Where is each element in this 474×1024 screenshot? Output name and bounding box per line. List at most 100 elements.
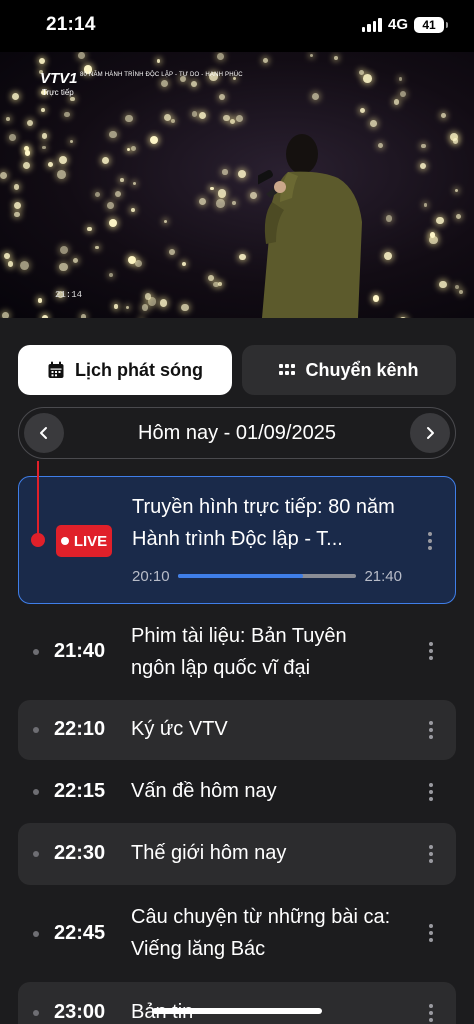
live-program-row[interactable]: LIVE Truyền hình trực tiếp: 80 năm Hành … bbox=[18, 461, 456, 604]
now-indicator-dot bbox=[31, 533, 45, 547]
schedule-panel: Lịch phát sóng Chuyển kênh Hôm nay - 01/… bbox=[0, 318, 474, 1024]
schedule-list: LIVE Truyền hình trực tiếp: 80 năm Hành … bbox=[18, 461, 456, 1024]
crowd-light bbox=[87, 226, 92, 232]
crowd-light bbox=[386, 215, 393, 222]
crowd-light bbox=[170, 118, 176, 124]
crowd-light bbox=[42, 145, 46, 150]
grid-icon bbox=[279, 364, 296, 375]
more-options-icon[interactable] bbox=[428, 924, 434, 942]
crowd-light bbox=[38, 57, 45, 64]
crowd-light bbox=[210, 186, 214, 191]
crowd-light bbox=[181, 262, 186, 267]
crowd-light bbox=[222, 169, 228, 175]
bullet-dot bbox=[33, 727, 39, 733]
crowd-light bbox=[22, 161, 30, 169]
bullet-dot bbox=[33, 1010, 39, 1016]
crowd-light bbox=[95, 245, 100, 250]
schedule-title: Ký ức VTV bbox=[131, 718, 228, 740]
schedule-row[interactable]: 22:45 Câu chuyện từ những bài ca: Viếng … bbox=[18, 885, 456, 982]
crowd-light bbox=[101, 156, 110, 164]
crowd-light bbox=[454, 188, 458, 193]
crowd-light bbox=[126, 306, 130, 310]
next-day-button[interactable] bbox=[410, 413, 450, 453]
current-date-label: Hôm nay - 01/09/2025 bbox=[138, 421, 336, 444]
crowd-light bbox=[436, 216, 444, 225]
crowd-light bbox=[458, 289, 464, 295]
crowd-light bbox=[452, 138, 459, 145]
crowd-light bbox=[439, 280, 447, 289]
crowd-light bbox=[198, 198, 206, 206]
schedule-row[interactable]: 22:15 Vấn đề hôm nay bbox=[18, 760, 456, 823]
singer-figure bbox=[258, 134, 362, 318]
schedule-row[interactable]: 22:30 Thế giới hôm nay bbox=[18, 823, 456, 885]
schedule-row[interactable]: 21:40 Phim tài liệu: Bản Tuyên ngôn lập … bbox=[18, 604, 456, 700]
chevron-left-icon bbox=[40, 427, 47, 439]
crowd-light bbox=[26, 120, 33, 127]
crowd-light bbox=[232, 201, 237, 205]
schedule-row[interactable]: 22:10 Ký ức VTV bbox=[18, 700, 456, 760]
crowd-light bbox=[169, 248, 176, 255]
live-progress: 20:10 21:40 bbox=[132, 567, 402, 585]
previous-day-button[interactable] bbox=[24, 413, 64, 453]
status-bar: 21:14 4G 41 bbox=[0, 0, 474, 52]
crowd-light bbox=[115, 190, 122, 198]
more-options-icon[interactable] bbox=[428, 642, 434, 660]
crowd-light bbox=[60, 245, 69, 254]
crowd-light bbox=[109, 130, 117, 139]
crowd-light bbox=[216, 199, 225, 208]
crowd-light bbox=[127, 147, 131, 152]
home-indicator[interactable] bbox=[152, 1008, 322, 1014]
crowd-light bbox=[13, 211, 20, 218]
more-options-icon[interactable] bbox=[427, 532, 433, 550]
schedule-row[interactable]: 23:00 Bản tin bbox=[18, 982, 456, 1024]
video-live-label: Trực tiếp bbox=[42, 88, 74, 97]
cellular-signal-icon bbox=[361, 17, 382, 32]
video-banner: 80 NĂM HÀNH TRÌNH ĐỘC LẬP - TỰ DO - HẠNH… bbox=[80, 72, 243, 78]
crowd-light bbox=[181, 303, 190, 312]
live-start-time: 20:10 bbox=[132, 567, 170, 585]
progress-track bbox=[177, 574, 357, 578]
crowd-light bbox=[219, 93, 226, 100]
tab-switch-channel-label: Chuyển kênh bbox=[305, 359, 419, 380]
video-player[interactable]: VTV1 Trực tiếp 80 NĂM HÀNH TRÌNH ĐỘC LẬP… bbox=[0, 52, 474, 318]
more-options-icon[interactable] bbox=[428, 1004, 434, 1022]
channel-logo: VTV1 bbox=[40, 70, 78, 87]
tab-schedule-label: Lịch phát sóng bbox=[75, 359, 203, 380]
crowd-light bbox=[37, 298, 43, 303]
crowd-light bbox=[78, 52, 85, 59]
crowd-light bbox=[239, 253, 246, 261]
crowd-light bbox=[13, 184, 20, 190]
schedule-title: Thế giới hôm nay bbox=[131, 842, 287, 864]
crowd-light bbox=[262, 58, 268, 64]
crowd-light bbox=[370, 119, 378, 127]
crowd-light bbox=[70, 96, 76, 102]
bullet-dot bbox=[33, 789, 39, 795]
tab-schedule[interactable]: Lịch phát sóng bbox=[18, 345, 232, 395]
crowd-light bbox=[236, 114, 244, 122]
schedule-time: 22:30 bbox=[54, 842, 106, 864]
crowd-light bbox=[113, 304, 119, 309]
crowd-light bbox=[69, 139, 74, 144]
crowd-light bbox=[249, 192, 257, 199]
date-selector: Hôm nay - 01/09/2025 bbox=[18, 407, 456, 459]
schedule-title: Vấn đề hôm nay bbox=[131, 780, 277, 802]
crowd-light bbox=[421, 143, 426, 149]
crowd-light bbox=[156, 59, 161, 63]
more-options-icon[interactable] bbox=[428, 721, 434, 739]
crowd-light bbox=[310, 54, 314, 58]
bullet-dot bbox=[33, 931, 39, 937]
live-end-time: 21:40 bbox=[364, 567, 402, 585]
crowd-light bbox=[20, 261, 30, 271]
crowd-light bbox=[333, 55, 338, 60]
crowd-light bbox=[161, 79, 169, 87]
schedule-title: Phim tài liệu: Bản Tuyên ngôn lập quốc v… bbox=[131, 625, 347, 679]
crowd-light bbox=[108, 272, 113, 277]
tab-switch-channel[interactable]: Chuyển kênh bbox=[242, 345, 456, 395]
more-options-icon[interactable] bbox=[428, 845, 434, 863]
crowd-light bbox=[191, 81, 198, 87]
crowd-light bbox=[7, 261, 14, 267]
tab-bar: Lịch phát sóng Chuyển kênh bbox=[18, 345, 456, 395]
crowd-light bbox=[217, 52, 225, 60]
crowd-light bbox=[360, 107, 366, 113]
more-options-icon[interactable] bbox=[428, 783, 434, 801]
